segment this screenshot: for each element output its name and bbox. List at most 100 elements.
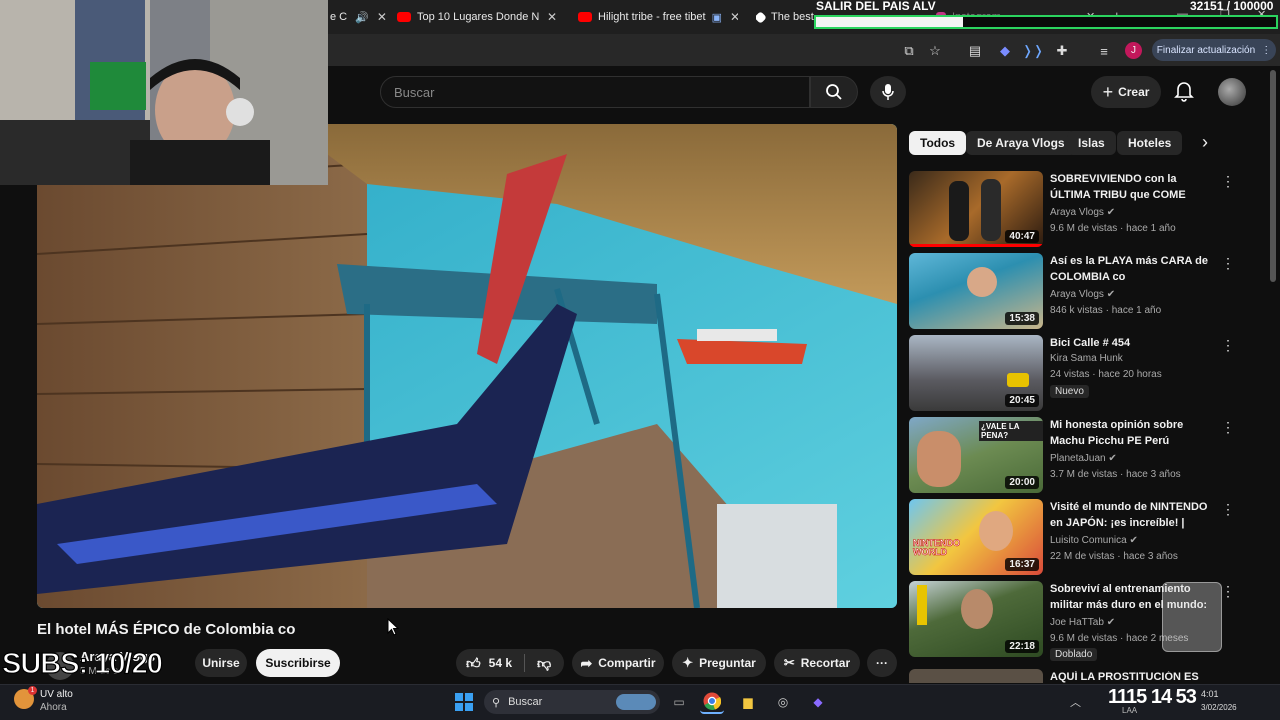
more-options-icon[interactable]: ⋮ [1221,583,1235,600]
video-thumbnail[interactable]: NINTENDO WORLD 16:37 [909,499,1043,575]
tab-hilight[interactable]: Hilight tribe - free tibet ▣ ✕ [578,5,738,29]
more-options-icon[interactable]: ⋮ [1221,173,1235,190]
channel-name[interactable]: PlanetaJuan [1050,453,1106,464]
video-thumbnail[interactable]: 40:47 [909,171,1043,247]
more-options-icon[interactable]: ⋮ [1221,337,1235,354]
chip-islas[interactable]: Islas [1067,131,1116,155]
notifications-button[interactable] [1174,80,1194,107]
webcam-frame [0,0,328,185]
task-view-icon[interactable]: ▭ [667,690,691,714]
chip-label: Islas [1078,136,1105,150]
audio-icon[interactable]: 🔊 [355,11,369,24]
channel-line: Luisito Comunica ✔ [1050,535,1138,546]
ask-button[interactable]: ✦ Preguntar [672,649,766,677]
bookmark-star-icon[interactable]: ☆ [926,42,944,60]
taskbar-search[interactable]: ⚲ Buscar [484,690,660,714]
update-button[interactable]: Finalizar actualización ⋮ [1152,39,1276,61]
video-thumbnail[interactable] [909,669,1043,683]
language-indicator[interactable]: LAA [1122,706,1137,715]
tab-the-best[interactable]: The best [756,5,816,29]
notification-dot: 1 [28,686,37,695]
like-count[interactable]: 54 k [489,656,512,670]
recommendation-card[interactable]: 40:47 SOBREVIVIENDO con la ÚLTIMA TRIBU … [909,171,1279,247]
channel-line: Araya Vlogs ✔ [1050,289,1115,300]
recommendation-card[interactable]: 15:38 Así es la PLAYA más CARA de COLOMB… [909,253,1279,329]
chip-hoteles[interactable]: Hoteles [1117,131,1183,155]
more-options-icon[interactable]: ⋮ [1221,419,1235,436]
chevron-up-icon[interactable]: ︿ [1070,694,1081,710]
channel-name[interactable]: Araya Vlogs [1050,289,1104,300]
clock-date[interactable]: 3/02/2026 [1201,703,1237,712]
extension-icon[interactable]: ❭❭ [1022,42,1044,60]
recommendation-card[interactable]: ¿VALE LA PENA? 20:00 Mi honesta opinión … [909,417,1279,493]
share-button[interactable]: ➦ Compartir [572,649,664,677]
weather-sub: Ahora [40,702,67,713]
profile-avatar[interactable]: J [1125,42,1142,59]
more-options-icon[interactable]: ⋮ [1221,255,1235,272]
like-dislike-group: 👍︎ 54 k 👎︎ [456,649,564,677]
chip-araya-vlogs[interactable]: De Araya Vlogs [966,131,1076,155]
extension-icon[interactable]: ▤ [966,42,984,60]
cursor-icon [387,618,399,636]
weather-title[interactable]: UV alto [40,689,73,700]
join-button[interactable]: Unirse [195,649,247,677]
video-title[interactable]: Bici Calle # 454 [1050,335,1215,351]
recommendation-card[interactable]: 22:18 Sobreviví al entrenamiento militar… [909,581,1279,657]
thumb-figure [981,179,1001,241]
clip-button[interactable]: ✂ Recortar [774,649,860,677]
video-thumbnail[interactable]: 15:38 [909,253,1043,329]
close-icon[interactable]: ✕ [547,10,557,24]
channel-name[interactable]: Joe HaTTab [1050,617,1104,628]
search-button[interactable] [810,76,858,108]
extension-icon[interactable]: ◆ [996,42,1014,60]
tab-top10[interactable]: Top 10 Lugares Donde NUN ✕ [397,5,567,29]
duration: 22:18 [1005,640,1039,653]
search-input[interactable]: Buscar [380,76,810,108]
voice-search-button[interactable] [870,76,906,108]
video-title: El hotel MÁS ÉPICO de Colombia co [37,621,296,638]
puzzle-icon[interactable]: ✚ [1053,42,1071,60]
close-icon[interactable]: ✕ [377,10,387,24]
clock-time[interactable]: 4:01 [1201,689,1219,699]
thumb-car [1007,373,1029,387]
close-icon[interactable]: ✕ [730,10,738,24]
video-thumbnail[interactable]: 20:45 [909,335,1043,411]
video-meta: 846 k vistas · hace 1 año [1050,305,1162,316]
more-actions-button[interactable]: ··· [867,649,897,677]
glass-overlay [1162,582,1222,652]
video-title[interactable]: Visité el mundo de NINTENDO en JAPÓN: ¡e… [1050,499,1215,531]
chevron-right-icon[interactable]: › [1202,132,1208,153]
channel-line: Joe HaTTab ✔ [1050,617,1115,628]
app-icon[interactable]: ◆ [806,690,830,714]
chip-all[interactable]: Todos [909,131,967,155]
app-icon[interactable]: ◎ [771,690,795,714]
dislike-icon[interactable]: 👎︎ [537,655,551,672]
more-options-icon[interactable]: ⋮ [1221,501,1235,518]
thumb-figure [949,181,969,241]
install-app-icon[interactable]: ⧉ [900,42,918,60]
recommendation-card[interactable]: 20:45 Bici Calle # 454 Kira Sama Hunk 24… [909,335,1279,411]
channel-name[interactable]: Luisito Comunica [1050,535,1127,546]
tab-current[interactable]: e C 🔊 ✕ [330,5,388,29]
update-button-label: Finalizar actualización [1156,44,1256,56]
video-title[interactable]: SOBREVIVIENDO con la ÚLTIMA TRIBU que CO… [1050,171,1215,203]
media-icon[interactable]: ≡ [1095,42,1113,60]
video-player[interactable] [37,124,897,608]
file-explorer-icon[interactable]: ▆ [736,690,760,714]
like-icon[interactable]: 👍︎ [466,655,481,672]
video-title[interactable]: Así es la PLAYA más CARA de COLOMBIA co [1050,253,1215,285]
start-button[interactable] [452,690,476,714]
chrome-icon[interactable] [700,690,724,714]
recommendation-card[interactable]: NINTENDO WORLD 16:37 Visité el mundo de … [909,499,1279,575]
video-thumbnail[interactable]: ¿VALE LA PENA? 20:00 [909,417,1043,493]
dubbed-badge: Doblado [1050,648,1098,661]
scrollbar-thumb[interactable] [1270,70,1276,282]
video-title[interactable]: Mi honesta opinión sobre Machu Picchu PE… [1050,417,1215,449]
video-thumbnail[interactable]: 22:18 [909,581,1043,657]
subscribe-button[interactable]: Suscribirse [256,649,340,677]
channel-name[interactable]: Araya Vlogs [1050,207,1104,218]
video-title[interactable]: AQUÍ LA PROSTITUCIÓN ES [1050,671,1220,684]
user-avatar[interactable] [1218,78,1246,106]
channel-name[interactable]: Kira Sama Hunk [1050,353,1123,364]
create-button[interactable]: + Crear [1091,76,1161,108]
